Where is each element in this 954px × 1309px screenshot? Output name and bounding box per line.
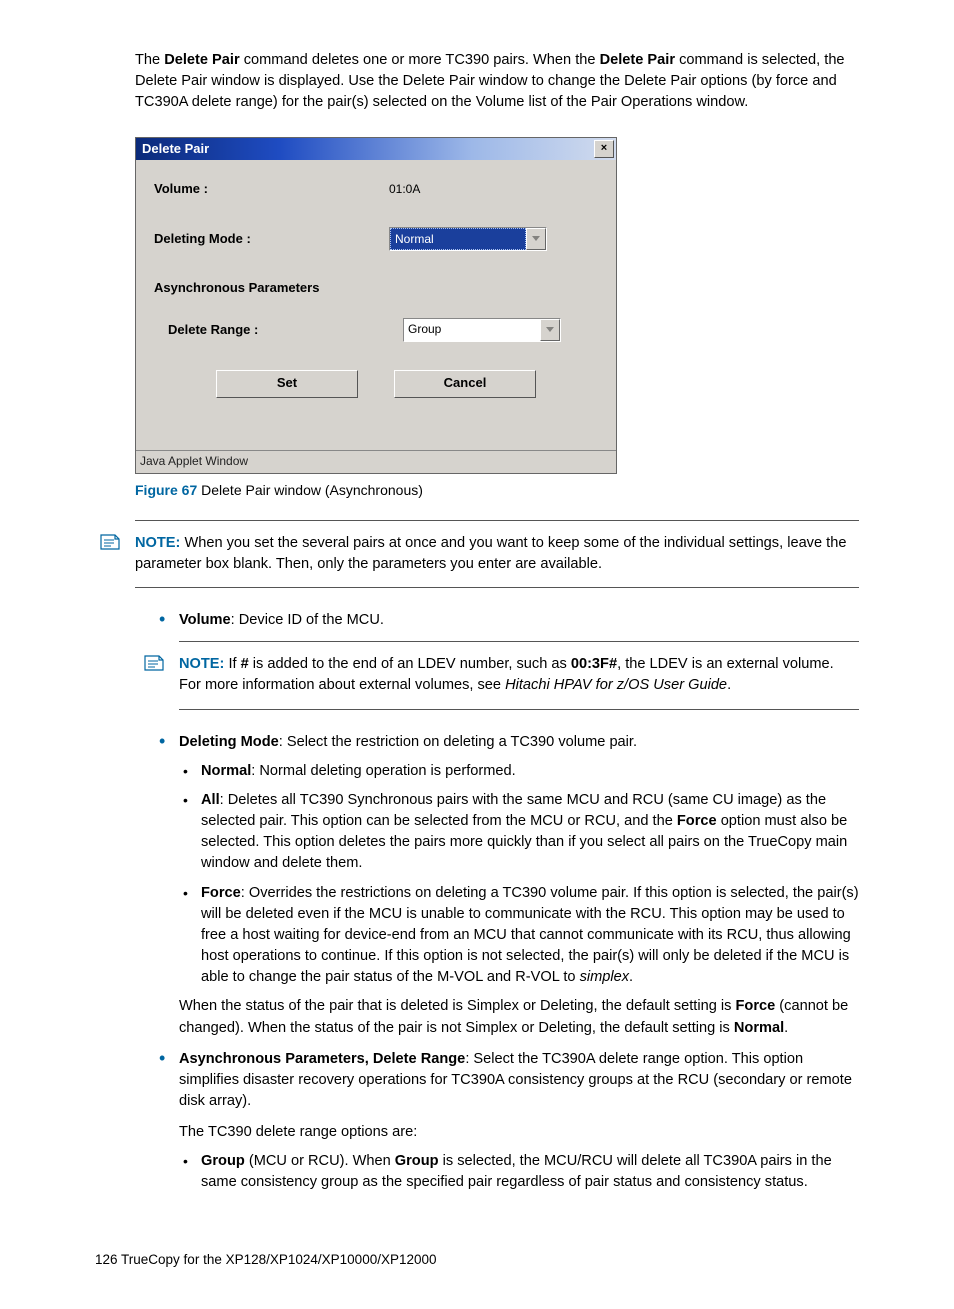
deleting-mode-label: Deleting Mode : [154, 230, 389, 249]
sub-bold: All [201, 792, 220, 808]
note-label: NOTE: [179, 656, 224, 672]
sub-text: (MCU or RCU). When [245, 1153, 395, 1169]
tail-bold: Force [736, 998, 776, 1014]
sub-text: : Overrides the restrictions on deleting… [201, 885, 859, 986]
sub-bold: Force [677, 813, 717, 829]
tail-text: When the status of the pair that is dele… [179, 998, 736, 1014]
note-italic: Hitachi HPAV for z/OS User Guide [505, 677, 727, 693]
sub-italic: simplex [580, 969, 629, 985]
chevron-down-icon [540, 319, 560, 341]
intro-bold: Delete Pair [164, 52, 239, 68]
note-block: NOTE: If # is added to the end of an LDE… [179, 641, 859, 709]
bullet-bold: Volume [179, 612, 231, 628]
sub-bold: Force [201, 885, 241, 901]
tail-bold: Normal [734, 1020, 784, 1036]
figure-text: Delete Pair window (Asynchronous) [197, 482, 423, 498]
bullet-text: : Select the restriction on deleting a T… [279, 734, 637, 750]
delete-range-select[interactable]: Group [403, 318, 561, 342]
set-button[interactable]: Set [216, 370, 358, 398]
figure-caption: Figure 67 Delete Pair window (Asynchrono… [135, 480, 859, 500]
footer-title: TrueCopy for the XP128/XP1024/XP10000/XP… [118, 1252, 437, 1267]
note-label: NOTE: [135, 535, 180, 551]
note-icon [99, 533, 121, 551]
list-item: Group (MCU or RCU). When Group is select… [179, 1151, 859, 1193]
dialog-title: Delete Pair [142, 140, 209, 159]
delete-range-value: Group [404, 319, 540, 341]
delete-range-label: Delete Range : [154, 321, 403, 340]
note-block: NOTE: When you set the several pairs at … [135, 520, 859, 588]
note-icon [143, 654, 165, 672]
sub-bold: Normal [201, 763, 251, 779]
chevron-down-icon [526, 228, 546, 250]
volume-label: Volume : [154, 180, 389, 199]
tail-text: . [784, 1020, 788, 1036]
list-item: Force: Overrides the restrictions on del… [179, 883, 859, 989]
bullet-bold: Asynchronous Parameters, Delete Range [179, 1051, 465, 1067]
note-bold: # [241, 656, 249, 672]
async-params-label: Asynchronous Parameters [154, 279, 598, 298]
list-item: Volume: Device ID of the MCU. [155, 610, 859, 631]
close-button[interactable]: × [594, 140, 614, 158]
continuation-text: When the status of the pair that is dele… [179, 996, 859, 1038]
intro-paragraph: The Delete Pair command deletes one or m… [135, 50, 859, 113]
intro-text: command deletes one or more TC390 pairs.… [240, 52, 600, 68]
note-text: If [224, 656, 240, 672]
list-item: Normal: Normal deleting operation is per… [179, 761, 859, 782]
intro-bold: Delete Pair [600, 52, 675, 68]
sub-text: : Normal deleting operation is performed… [251, 763, 515, 779]
bullet-bold: Deleting Mode [179, 734, 279, 750]
deleting-mode-value: Normal [390, 228, 526, 250]
figure-id: Figure 67 [135, 482, 197, 498]
dialog-titlebar: Delete Pair × [136, 138, 616, 160]
note-text: is added to the end of an LDEV number, s… [249, 656, 571, 672]
continuation-text: The TC390 delete range options are: [179, 1122, 859, 1143]
list-item: Asynchronous Parameters, Delete Range: S… [155, 1049, 859, 1194]
cancel-button[interactable]: Cancel [394, 370, 536, 398]
list-item: All: Deletes all TC390 Synchronous pairs… [179, 790, 859, 875]
sub-text: . [629, 969, 633, 985]
note-bold: 00:3F# [571, 656, 617, 672]
page-number: 126 [95, 1252, 118, 1267]
sub-bold: Group [395, 1153, 439, 1169]
note-text: When you set the several pairs at once a… [135, 535, 846, 572]
delete-pair-dialog: Delete Pair × Volume : 01:0A Deleting Mo… [135, 137, 617, 473]
page-footer: 126 TrueCopy for the XP128/XP1024/XP1000… [95, 1250, 859, 1270]
bullet-text: : Device ID of the MCU. [231, 612, 384, 628]
volume-value: 01:0A [389, 181, 420, 198]
note-text: . [727, 677, 731, 693]
sub-bold: Group [201, 1153, 245, 1169]
status-bar: Java Applet Window [136, 450, 616, 472]
list-item: Deleting Mode: Select the restriction on… [155, 732, 859, 1039]
intro-text: The [135, 52, 164, 68]
deleting-mode-select[interactable]: Normal [389, 227, 547, 251]
